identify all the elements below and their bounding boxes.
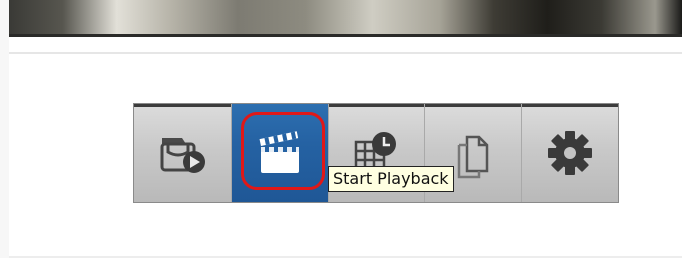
divider [9,52,682,54]
gear-icon [548,131,593,175]
settings-button[interactable] [521,104,618,202]
document-copy-icon [458,135,489,179]
left-edge [0,0,9,258]
video-preview-strip [9,0,682,37]
screen: Start Playback [0,0,682,258]
clapperboard-icon [259,131,299,173]
archive-play-icon [160,138,206,173]
tooltip: Start Playback [328,166,454,192]
archive-playback-button[interactable] [134,104,231,202]
start-playback-button[interactable] [230,104,328,202]
